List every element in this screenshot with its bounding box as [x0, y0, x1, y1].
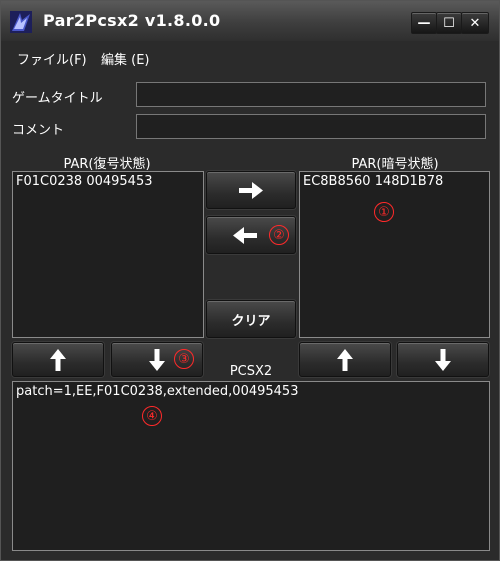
arrow-up-icon [50, 348, 66, 371]
arrow-right-icon [239, 182, 263, 199]
close-icon: ✕ [469, 16, 481, 31]
par-decoded-label: PAR(復号状態) [63, 157, 151, 172]
menu-edit[interactable]: 編集 (E) [101, 49, 150, 68]
clear-button[interactable]: クリア [206, 300, 296, 338]
minimize-icon: — [417, 16, 431, 31]
par-encoded-label: PAR(暗号状態) [351, 157, 439, 172]
maximize-button[interactable]: ☐ [436, 12, 462, 34]
arrow-down-icon [435, 348, 451, 371]
par-encoded-move-up-button[interactable] [299, 342, 391, 377]
encode-right-button[interactable] [206, 171, 296, 209]
comment-input[interactable] [136, 114, 486, 139]
menu-file[interactable]: ファイル(F) [17, 49, 87, 68]
menu-bar: ファイル(F) 編集 (E) [1, 41, 499, 73]
pcsx2-label: PCSX2 [229, 364, 273, 379]
app-logo-icon [10, 11, 32, 33]
annotation-marker-2: ② [269, 225, 289, 245]
clear-button-label: クリア [231, 313, 271, 329]
close-button[interactable]: ✕ [461, 12, 489, 34]
arrow-down-icon [149, 348, 165, 371]
maximize-icon: ☐ [443, 16, 455, 31]
app-window: Par2Pcsx2 v1.8.0.0 — ☐ ✕ ファイル(F) 編集 (E) … [0, 0, 500, 561]
arrow-left-icon [233, 227, 257, 244]
game-title-input[interactable] [136, 82, 486, 107]
window-title: Par2Pcsx2 v1.8.0.0 [43, 11, 221, 30]
par-encoded-move-down-button[interactable] [397, 342, 489, 377]
par-decoded-move-up-button[interactable] [12, 342, 104, 377]
annotation-marker-4: ④ [142, 406, 162, 426]
annotation-marker-1: ① [374, 202, 394, 222]
comment-label: コメント [12, 123, 65, 138]
pcsx2-textarea[interactable]: patch=1,EE,F01C0238,extended,00495453 [12, 381, 490, 551]
annotation-marker-3: ③ [174, 349, 194, 369]
minimize-button[interactable]: — [411, 12, 437, 34]
par-encoded-textarea[interactable]: EC8B8560 148D1B78 [299, 171, 490, 338]
title-bar[interactable]: Par2Pcsx2 v1.8.0.0 — ☐ ✕ [1, 1, 499, 41]
game-title-label: ゲームタイトル [12, 91, 103, 106]
par-decoded-textarea[interactable]: F01C0238 00495453 [12, 171, 204, 338]
arrow-up-icon [337, 348, 353, 371]
